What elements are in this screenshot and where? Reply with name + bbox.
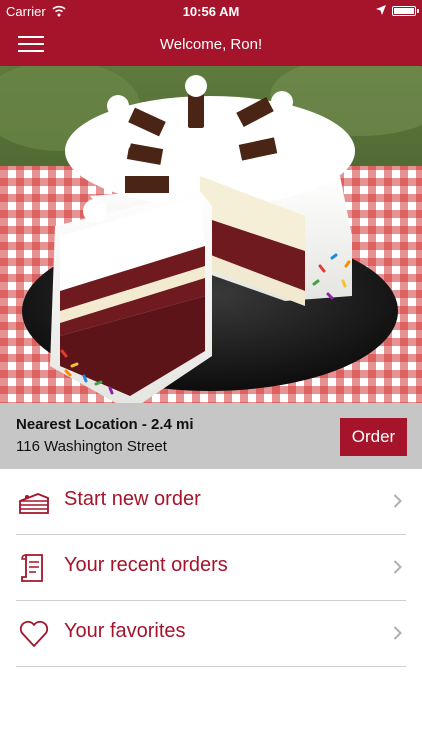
favorites-label: Your favorites [64,620,186,642]
order-button[interactable]: Order [340,418,407,456]
nearest-location-title: Nearest Location - 2.4 mi [16,416,194,433]
battery-icon [392,6,419,16]
page-title: Welcome, Ron! [159,36,263,53]
cake-slice-icon [19,493,49,514]
nearest-location-bar: Nearest Location - 2.4 mi 116 Washington… [0,403,422,469]
hero-cake-image [0,66,422,403]
location-arrow-icon [376,5,386,15]
favorites-row[interactable]: Your favorites [16,601,406,667]
recent-orders-row[interactable]: Your recent orders [16,535,406,601]
status-time: 10:56 AM [182,4,240,19]
status-bar: Carrier 10:56 AM [0,0,422,22]
recent-orders-label: Your recent orders [64,554,228,576]
chevron-right-icon [393,626,402,640]
chevron-right-icon [393,560,402,574]
menu-list: Start new order Your recent orders Your … [0,469,422,667]
start-new-order-row[interactable]: Start new order [16,469,406,535]
nav-bar: Welcome, Ron! [0,22,422,66]
receipt-icon [21,554,43,582]
heart-icon [19,620,49,647]
location-address: 116 Washington Street [16,438,167,455]
chevron-right-icon [393,494,402,508]
start-new-order-label: Start new order [64,488,201,510]
